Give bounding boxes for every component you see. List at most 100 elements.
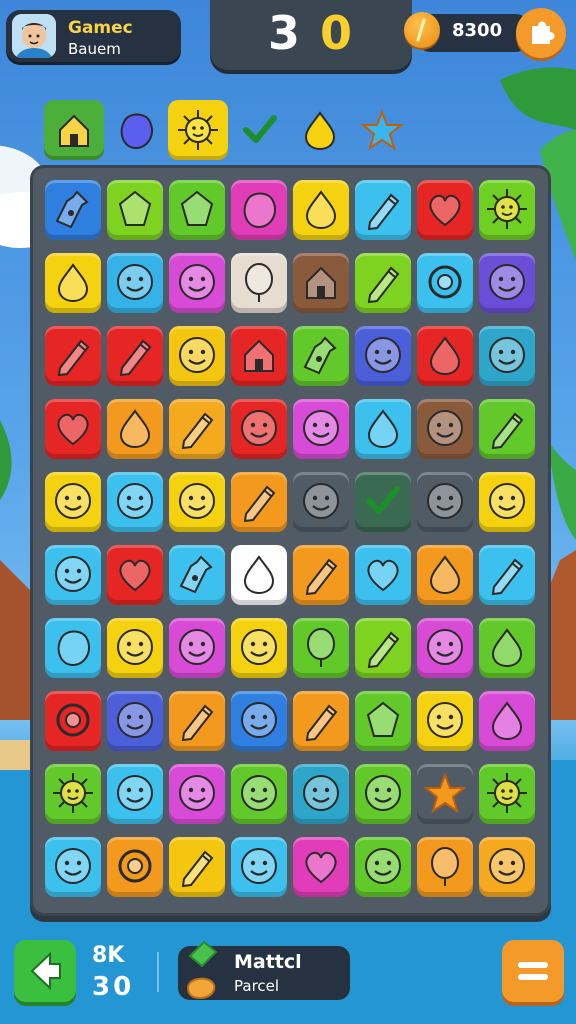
tile-bottle[interactable]	[45, 180, 101, 240]
tile-face[interactable]	[107, 764, 163, 824]
tile-drop[interactable]	[45, 253, 101, 313]
tile-face[interactable]	[45, 837, 101, 897]
tile-face[interactable]	[107, 618, 163, 678]
tile-face[interactable]	[169, 326, 225, 386]
face-icon	[55, 556, 91, 592]
tile-gem[interactable]	[169, 180, 225, 240]
tile-sun[interactable]	[479, 180, 535, 240]
tile-pencil[interactable]	[169, 837, 225, 897]
tile-face[interactable]	[417, 618, 473, 678]
face-icon	[117, 629, 153, 665]
heart-icon	[367, 559, 399, 592]
tile-face[interactable]	[355, 764, 411, 824]
pencil-icon	[367, 631, 400, 669]
tile-face[interactable]	[231, 691, 287, 751]
tile-pencil[interactable]	[355, 180, 411, 240]
tile-pencil[interactable]	[169, 691, 225, 751]
tile-sun[interactable]	[479, 764, 535, 824]
tile-pencil[interactable]	[293, 545, 349, 605]
tile-ring[interactable]	[45, 691, 101, 751]
tile-pencil[interactable]	[355, 618, 411, 678]
tile-pencil[interactable]	[479, 545, 535, 605]
heart-icon	[305, 851, 337, 884]
face-icon	[303, 483, 339, 519]
tile-heart[interactable]	[107, 545, 163, 605]
tile-face[interactable]	[169, 618, 225, 678]
tile-face[interactable]	[169, 472, 225, 532]
tile-face[interactable]	[479, 253, 535, 313]
tile-heart[interactable]	[293, 837, 349, 897]
tile-face[interactable]	[231, 618, 287, 678]
match-subtitle: Parcel	[234, 977, 280, 995]
tile-face[interactable]	[479, 326, 535, 386]
check-icon	[366, 486, 400, 514]
menu-button[interactable]	[502, 940, 564, 1002]
tile-house[interactable]	[231, 326, 287, 386]
tile-face[interactable]	[45, 545, 101, 605]
tile-drop[interactable]	[479, 618, 535, 678]
tile-pencil[interactable]	[293, 691, 349, 751]
tile-heart[interactable]	[355, 545, 411, 605]
tile-gem[interactable]	[355, 691, 411, 751]
tile-drop[interactable]	[231, 545, 287, 605]
tile-face[interactable]	[293, 764, 349, 824]
tile-drop[interactable]	[355, 399, 411, 459]
tile-pencil[interactable]	[231, 472, 287, 532]
tile-face[interactable]	[479, 472, 535, 532]
tile-face[interactable]	[479, 837, 535, 897]
tile-ring[interactable]	[107, 837, 163, 897]
divider	[157, 952, 159, 992]
tile-check[interactable]	[355, 472, 411, 532]
face-icon	[117, 775, 153, 811]
tile-pencil[interactable]	[107, 326, 163, 386]
tile-bottle[interactable]	[293, 326, 349, 386]
tile-pencil[interactable]	[169, 399, 225, 459]
back-button[interactable]	[14, 940, 76, 1002]
tile-face[interactable]	[169, 764, 225, 824]
tile-balloon[interactable]	[293, 618, 349, 678]
tile-balloon[interactable]	[417, 837, 473, 897]
face-icon	[303, 775, 339, 811]
tile-heart[interactable]	[45, 399, 101, 459]
tile-gem[interactable]	[107, 180, 163, 240]
tile-drop[interactable]	[293, 180, 349, 240]
tile-face[interactable]	[231, 399, 287, 459]
tile-sun[interactable]	[45, 764, 101, 824]
tile-face[interactable]	[107, 253, 163, 313]
tile-heart[interactable]	[417, 180, 473, 240]
tile-face[interactable]	[169, 253, 225, 313]
tile-drop[interactable]	[479, 691, 535, 751]
tile-face[interactable]	[417, 691, 473, 751]
tile-face[interactable]	[293, 472, 349, 532]
tile-star[interactable]	[417, 764, 473, 824]
tile-face[interactable]	[231, 837, 287, 897]
bottle-icon	[303, 336, 337, 375]
tile-face[interactable]	[417, 472, 473, 532]
goal-house-icon	[44, 100, 104, 160]
tile-face[interactable]	[45, 472, 101, 532]
tile-pencil[interactable]	[479, 399, 535, 459]
tile-pencil[interactable]	[355, 253, 411, 313]
tile-house[interactable]	[293, 253, 349, 313]
tile-drop[interactable]	[107, 399, 163, 459]
puzzle-button[interactable]	[516, 8, 566, 58]
tile-face[interactable]	[293, 399, 349, 459]
tile-blob[interactable]	[45, 618, 101, 678]
puzzle-icon	[532, 21, 555, 44]
tile-drop[interactable]	[417, 545, 473, 605]
tile-balloon[interactable]	[231, 253, 287, 313]
tile-face[interactable]	[107, 472, 163, 532]
tile-pencil[interactable]	[45, 326, 101, 386]
tile-blob[interactable]	[231, 180, 287, 240]
face-icon	[241, 702, 277, 738]
tile-bottle[interactable]	[169, 545, 225, 605]
tile-drop[interactable]	[417, 326, 473, 386]
face-icon	[427, 629, 463, 665]
tile-face[interactable]	[231, 764, 287, 824]
tile-face[interactable]	[107, 691, 163, 751]
tile-face[interactable]	[355, 326, 411, 386]
tile-face[interactable]	[417, 399, 473, 459]
tile-face[interactable]	[355, 837, 411, 897]
tile-ring[interactable]	[417, 253, 473, 313]
player-card[interactable]: Gamec Bauem	[6, 10, 181, 62]
